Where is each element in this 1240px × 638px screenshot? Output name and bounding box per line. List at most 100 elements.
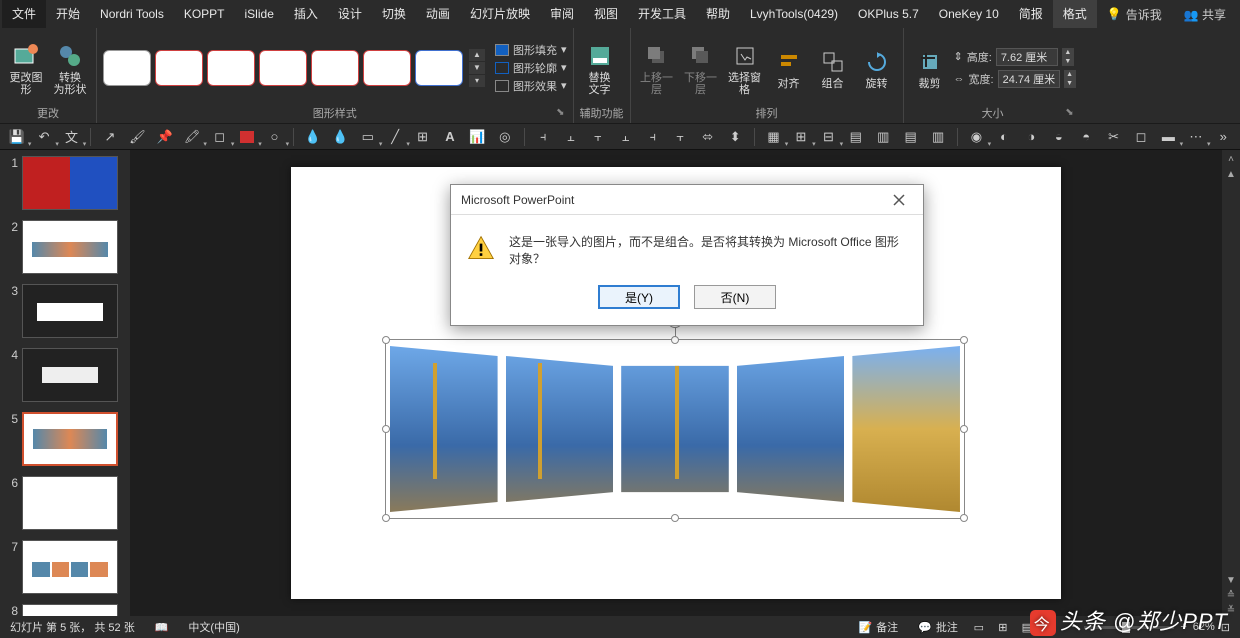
dialog-yes-button[interactable]: 是(Y): [598, 285, 680, 309]
selection-box[interactable]: [385, 339, 965, 519]
qb-intersect[interactable]: ◒: [1048, 127, 1069, 147]
style-swatch-4[interactable]: [259, 50, 307, 86]
slide-thumbnails[interactable]: 1 2 3 4 5 6 7 8: [0, 150, 130, 616]
qb-undo[interactable]: ↶▾: [33, 127, 54, 147]
qb-font[interactable]: A: [439, 127, 460, 147]
qb-distribute-h[interactable]: ⬄: [697, 127, 718, 147]
slide-thumb-1[interactable]: [22, 156, 118, 210]
menu-lvyh[interactable]: LvyhTools(0429): [740, 0, 848, 28]
gallery-more-icon[interactable]: ▾: [469, 75, 485, 87]
slide-thumb-6[interactable]: [22, 476, 118, 530]
qb-square[interactable]: ◻: [1130, 127, 1151, 147]
qb-back[interactable]: ▥: [873, 127, 894, 147]
shape-effects-button[interactable]: 图形效果 ▾: [495, 78, 567, 94]
menu-design[interactable]: 设计: [328, 0, 372, 28]
slide-thumb-4[interactable]: [22, 348, 118, 402]
qb-align-left[interactable]: ⫞: [533, 127, 554, 147]
menu-insert[interactable]: 插入: [284, 0, 328, 28]
slide-thumb-5[interactable]: [22, 412, 118, 466]
qb-target[interactable]: ◎: [494, 127, 515, 147]
menu-jianbao[interactable]: 简报: [1009, 0, 1053, 28]
shape-outline-button[interactable]: 图形轮廓 ▾: [495, 60, 567, 76]
qb-more[interactable]: ⋯▾: [1185, 127, 1206, 147]
resize-handle-tr[interactable]: [960, 336, 968, 344]
menu-nordri[interactable]: Nordri Tools: [90, 0, 174, 28]
qb-save[interactable]: 💾▾: [6, 127, 27, 147]
notes-button[interactable]: 📝 备注: [848, 619, 908, 635]
qb-shape[interactable]: ◻▾: [209, 127, 230, 147]
qb-subtract[interactable]: ◓: [1075, 127, 1096, 147]
menu-slideshow[interactable]: 幻灯片放映: [460, 0, 540, 28]
convert-to-shape-button[interactable]: 转换 为形状: [50, 40, 90, 96]
qb-align-right[interactable]: ⫟: [587, 127, 608, 147]
qb-dropper2[interactable]: 💧: [330, 127, 351, 147]
view-normal-icon[interactable]: ▭: [968, 618, 990, 636]
qb-chart[interactable]: 📊: [467, 127, 488, 147]
send-backward-button[interactable]: 下移一层: [681, 40, 721, 96]
alt-text-button[interactable]: 替换 文字: [580, 40, 620, 96]
qb-forward[interactable]: ▤: [900, 127, 921, 147]
qb-align-middle[interactable]: ⫞: [642, 127, 663, 147]
group-objects-button[interactable]: 组合: [813, 46, 853, 90]
menu-review[interactable]: 审阅: [540, 0, 584, 28]
menu-dev[interactable]: 开发工具: [628, 0, 696, 28]
qb-align-top[interactable]: ⫠: [615, 127, 636, 147]
menu-transition[interactable]: 切换: [372, 0, 416, 28]
height-input[interactable]: [996, 48, 1058, 66]
width-up-icon[interactable]: ▲: [1064, 70, 1076, 79]
qb-rect[interactable]: ▭▾: [357, 127, 378, 147]
slide-thumb-3[interactable]: [22, 284, 118, 338]
height-up-icon[interactable]: ▲: [1062, 48, 1074, 57]
gallery-down-icon[interactable]: ▼: [469, 62, 485, 74]
qb-overflow[interactable]: »: [1213, 127, 1234, 147]
qb-combine[interactable]: ◐: [993, 127, 1014, 147]
dialog-launcher-icon[interactable]: ⬊: [556, 107, 564, 118]
qb-distribute-v[interactable]: ⬍: [724, 127, 745, 147]
view-sorter-icon[interactable]: ⊞: [992, 618, 1014, 636]
style-swatch-2[interactable]: [155, 50, 203, 86]
menu-start[interactable]: 开始: [46, 0, 90, 28]
slide-thumb-8[interactable]: [22, 604, 118, 616]
spellcheck-icon[interactable]: 📖: [145, 621, 179, 634]
qb-eyedropper[interactable]: 💧: [302, 127, 323, 147]
menu-help[interactable]: 帮助: [696, 0, 740, 28]
bring-forward-button[interactable]: 上移一层: [637, 40, 677, 96]
menu-koppt[interactable]: KOPPT: [174, 0, 235, 28]
resize-handle-tl[interactable]: [382, 336, 390, 344]
dialog-no-button[interactable]: 否(N): [694, 285, 776, 309]
resize-handle-br[interactable]: [960, 514, 968, 522]
resize-handle-ml[interactable]: [382, 425, 390, 433]
height-down-icon[interactable]: ▼: [1062, 57, 1074, 66]
style-swatch-6[interactable]: [363, 50, 411, 86]
qb-lang[interactable]: 文▾: [61, 127, 82, 147]
resize-handle-mr[interactable]: [960, 425, 968, 433]
tell-me[interactable]: 💡告诉我: [1097, 6, 1172, 23]
qb-align-bottom[interactable]: ⫟: [670, 127, 691, 147]
menu-animation[interactable]: 动画: [416, 0, 460, 28]
slide-counter[interactable]: 幻灯片 第 5 张， 共 52 张: [0, 619, 145, 635]
menu-format[interactable]: 格式: [1053, 0, 1097, 28]
qb-brush[interactable]: 🖌: [127, 127, 148, 147]
scroll-up-icon[interactable]: ▲: [1226, 169, 1236, 180]
qb-fill2[interactable]: ▬▾: [1158, 127, 1179, 147]
resize-handle-bm[interactable]: [671, 514, 679, 522]
menu-file[interactable]: 文件: [2, 0, 46, 28]
qb-layer[interactable]: ▦▾: [763, 127, 784, 147]
comments-button[interactable]: 💬 批注: [908, 619, 968, 635]
qb-outline[interactable]: ○▾: [264, 127, 285, 147]
style-swatch-5[interactable]: [311, 50, 359, 86]
qb-fragment[interactable]: ◑: [1021, 127, 1042, 147]
qb-fill-color[interactable]: ▾: [236, 127, 257, 147]
prev-slide-icon[interactable]: ≙: [1227, 590, 1235, 601]
crop-button[interactable]: 裁剪: [910, 46, 950, 90]
change-picture-button[interactable]: 更改图 形: [6, 40, 46, 96]
resize-handle-bl[interactable]: [382, 514, 390, 522]
style-swatch-1[interactable]: [103, 50, 151, 86]
qb-ungroup[interactable]: ⊟▾: [818, 127, 839, 147]
size-launcher-icon[interactable]: ⬊: [1065, 107, 1073, 118]
align-button[interactable]: 对齐: [769, 46, 809, 90]
collapse-icon[interactable]: ˄: [1228, 154, 1234, 165]
qb-text[interactable]: ⊞: [412, 127, 433, 147]
qb-merge[interactable]: ◉▾: [966, 127, 987, 147]
slide-thumb-2[interactable]: [22, 220, 118, 274]
